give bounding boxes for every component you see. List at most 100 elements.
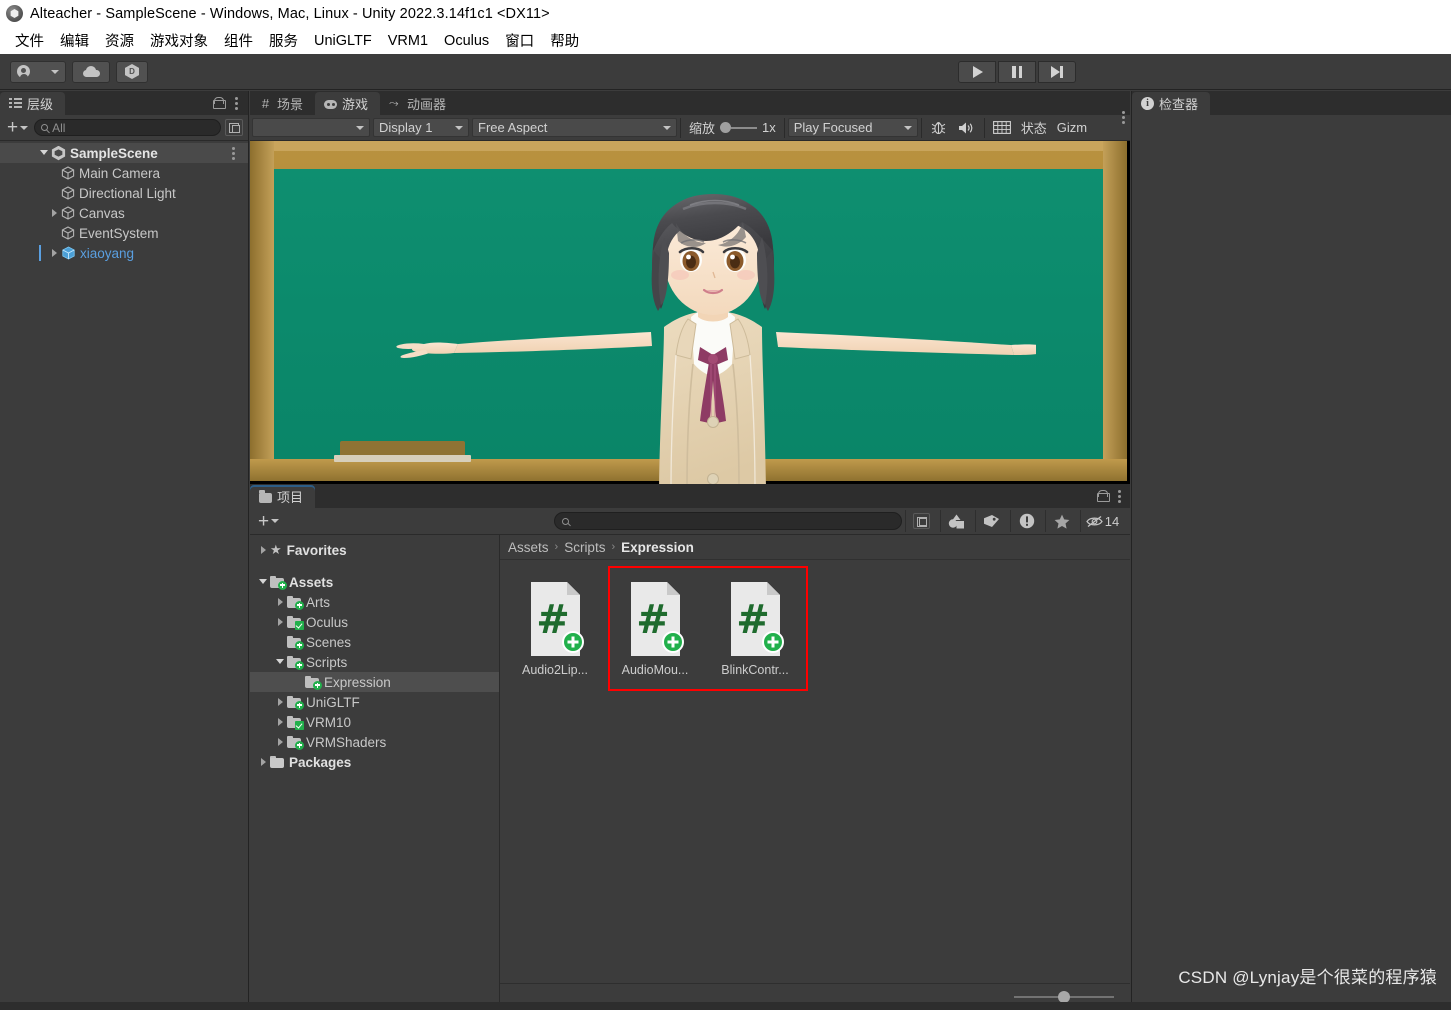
project-item-favorites[interactable]: ★ Favorites (250, 540, 499, 560)
breadcrumb-expression[interactable]: Expression (621, 540, 694, 555)
scale-slider[interactable] (720, 122, 758, 133)
asset-item-audiomouth[interactable]: # AudioMou... (614, 580, 696, 677)
project-add-button[interactable]: + (256, 510, 281, 532)
hierarchy-item-main-camera[interactable]: Main Camera (0, 163, 248, 183)
expand-arrow-icon[interactable] (275, 656, 287, 668)
project-item-assets[interactable]: Assets (250, 572, 499, 592)
tab-project-label: 项目 (277, 490, 304, 505)
stats-grid-icon[interactable] (988, 118, 1016, 138)
hierarchy-toolbar: + All (0, 115, 248, 141)
pause-button[interactable] (998, 60, 1036, 83)
icon-size-slider[interactable] (1014, 991, 1114, 1003)
asset-grid-area[interactable]: # Audio2Lip... # AudioMou... # BlinkCont… (500, 560, 1130, 983)
hierarchy-add-button[interactable]: + (5, 118, 30, 137)
menu-item-edit[interactable]: 编辑 (52, 29, 97, 52)
menu-item-oculus[interactable]: Oculus (436, 32, 497, 50)
expand-arrow-icon[interactable] (275, 696, 287, 708)
account-button[interactable] (10, 60, 66, 83)
menu-item-file[interactable]: 文件 (7, 29, 52, 52)
step-button[interactable] (1038, 60, 1076, 83)
menu-item-uniglft[interactable]: UniGLTF (306, 32, 380, 50)
lock-icon[interactable] (213, 97, 226, 109)
project-item-vrmshaders[interactable]: VRMShaders (250, 732, 499, 752)
menu-item-component[interactable]: 组件 (216, 29, 261, 52)
breadcrumb-assets[interactable]: Assets (508, 540, 549, 555)
project-item-arts[interactable]: Arts (250, 592, 499, 612)
hierarchy-item-eventsystem[interactable]: EventSystem (0, 223, 248, 243)
tab-project[interactable]: 项目 (250, 485, 316, 508)
hierarchy-item-samplescene[interactable]: SampleScene (0, 143, 248, 163)
menu-item-gameobject[interactable]: 游戏对象 (142, 29, 216, 52)
project-item-vrm10[interactable]: VRM10 (250, 712, 499, 732)
menu-item-assets[interactable]: 资源 (97, 29, 142, 52)
expand-arrow-icon[interactable] (39, 147, 51, 159)
tab-game[interactable]: 游戏 (315, 92, 381, 115)
tab-inspector[interactable]: i 检查器 (1132, 92, 1211, 115)
lock-icon[interactable] (1097, 490, 1110, 502)
hierarchy-item-xiaoyang[interactable]: xiaoyang (0, 243, 248, 263)
open-in-window-icon[interactable] (905, 510, 937, 532)
filter-window-icon[interactable] (225, 119, 243, 136)
play-button[interactable] (958, 60, 996, 83)
slider-knob[interactable] (720, 122, 732, 133)
unity-services-button[interactable]: D (116, 60, 148, 83)
target-display-dropdown[interactable] (252, 118, 370, 137)
menu-item-help[interactable]: 帮助 (542, 29, 587, 52)
project-item-scenes[interactable]: Scenes (250, 632, 499, 652)
expand-arrow-icon[interactable] (258, 576, 270, 588)
hierarchy-item-label: EventSystem (79, 225, 159, 241)
vcs-added-badge (295, 700, 304, 710)
kebab-menu-icon[interactable] (235, 96, 239, 110)
aspect-ratio-dropdown[interactable]: Free Aspect (472, 118, 677, 137)
display-dropdown[interactable]: Display 1 (373, 118, 469, 137)
kebab-menu-icon[interactable] (1118, 489, 1122, 503)
project-item-uniglft[interactable]: UniGLTF (250, 692, 499, 712)
scene-kebab-menu-icon[interactable] (232, 146, 236, 160)
expand-arrow-icon[interactable] (275, 616, 287, 628)
gizmos-label[interactable]: Gizm (1052, 120, 1092, 135)
menu-item-window[interactable]: 窗口 (497, 29, 542, 52)
warning-exclamation-icon[interactable] (1010, 510, 1042, 532)
label-tag-icon[interactable] (975, 510, 1007, 532)
expand-arrow-icon[interactable] (49, 207, 61, 219)
expand-arrow-icon[interactable] (49, 247, 61, 259)
favorite-star-icon[interactable] (1045, 510, 1077, 532)
tab-animator[interactable]: ⤳ 动画器 (380, 92, 458, 115)
hierarchy-search-input[interactable]: All (34, 119, 221, 136)
project-item-expression[interactable]: Expression (250, 672, 499, 692)
breadcrumb-scripts[interactable]: Scripts (564, 540, 605, 555)
hierarchy-item-directional-light[interactable]: Directional Light (0, 183, 248, 203)
audio-speaker-icon[interactable] (953, 118, 981, 138)
game-view-render[interactable] (250, 141, 1130, 484)
project-search-input[interactable] (554, 512, 902, 530)
expand-arrow-icon[interactable] (275, 736, 287, 748)
inspector-content[interactable] (1132, 115, 1451, 1010)
stats-label[interactable]: 状态 (1016, 118, 1052, 137)
project-item-oculus[interactable]: Oculus (250, 612, 499, 632)
shapes-filter-icon[interactable] (940, 510, 972, 532)
asset-label: Audio2Lip... (521, 663, 589, 677)
hidden-assets-counter[interactable]: 14 (1080, 510, 1124, 532)
asset-item-audio2lip[interactable]: # Audio2Lip... (514, 580, 596, 677)
asset-item-blinkcontroller[interactable]: # BlinkContr... (714, 580, 796, 677)
tab-scene[interactable]: # 场景 (250, 92, 315, 115)
expand-arrow-icon[interactable] (258, 544, 270, 556)
menu-item-services[interactable]: 服务 (261, 29, 306, 52)
project-item-packages[interactable]: Packages (250, 752, 499, 772)
hierarchy-tree: SampleScene Main Camera Directional Ligh… (0, 141, 248, 263)
divider (920, 117, 922, 138)
plus-icon: + (258, 510, 270, 532)
cloud-button[interactable] (72, 60, 110, 83)
expand-arrow-icon[interactable] (275, 596, 287, 608)
hierarchy-item-canvas[interactable]: Canvas (0, 203, 248, 223)
tab-hierarchy-label: 层级 (27, 97, 54, 112)
search-icon (562, 517, 570, 525)
project-item-scripts[interactable]: Scripts (250, 652, 499, 672)
debug-bug-icon[interactable] (925, 118, 953, 138)
tab-hierarchy[interactable]: 层级 (0, 92, 66, 115)
expand-arrow-icon[interactable] (258, 756, 270, 768)
menu-item-vrm1[interactable]: VRM1 (380, 32, 436, 50)
chevron-down-icon (663, 125, 671, 130)
expand-arrow-icon[interactable] (275, 716, 287, 728)
play-mode-dropdown[interactable]: Play Focused (787, 118, 918, 137)
